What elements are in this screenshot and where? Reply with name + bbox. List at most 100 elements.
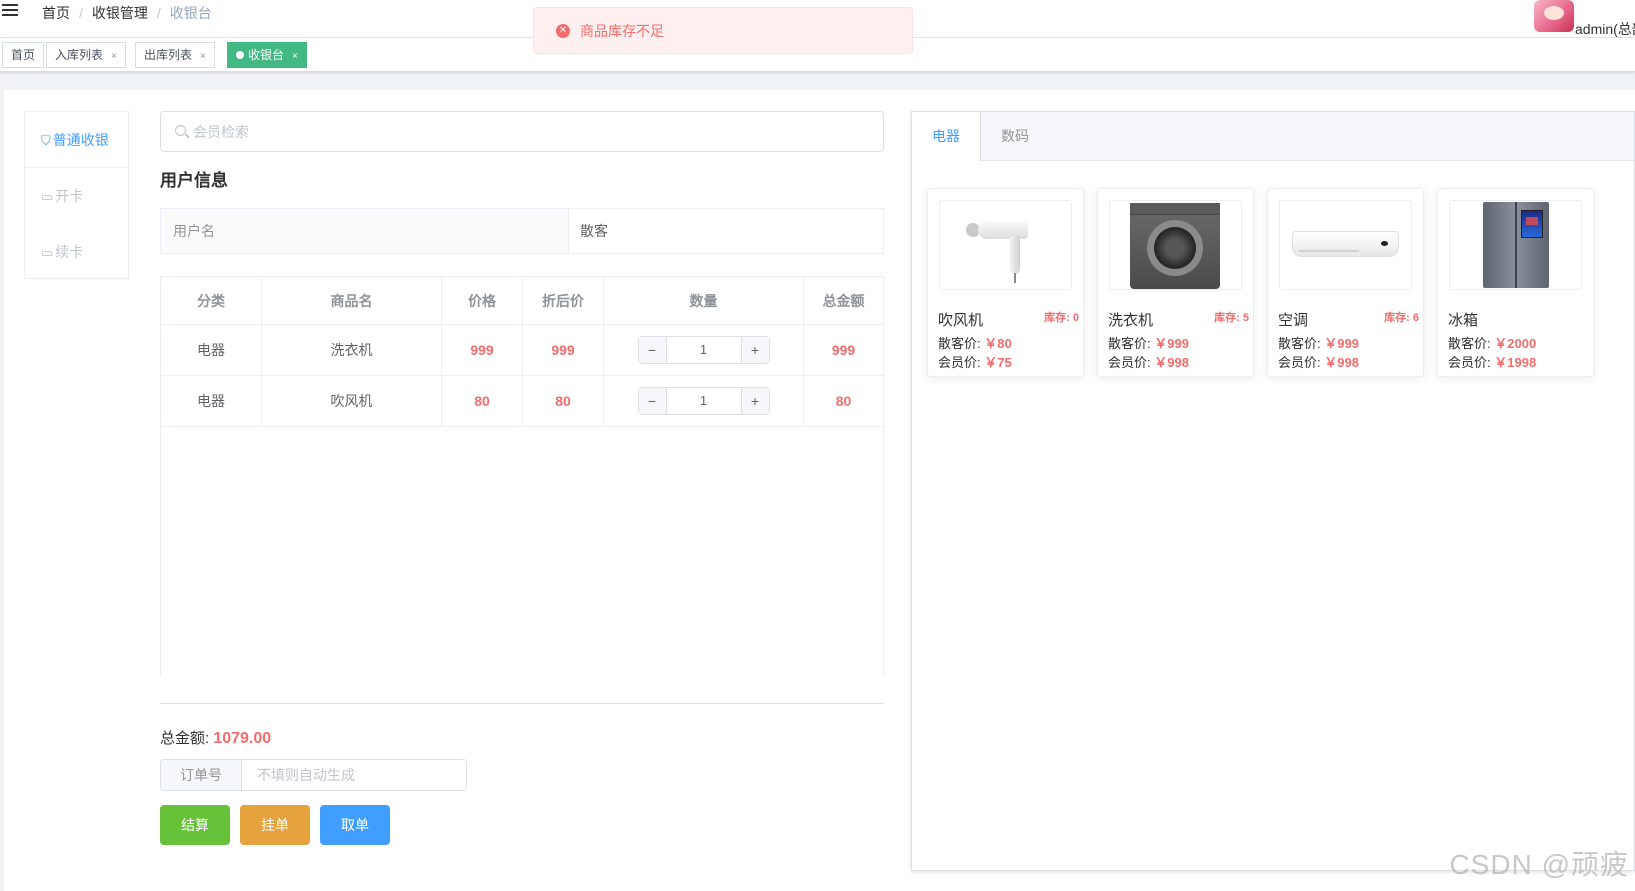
main-content: ⛉普通收银 ▭开卡 ▭续卡 用户信息 用户名 散客 分类 商品名 价格 折后价 … bbox=[4, 90, 1635, 891]
member-price-label: 会员价: bbox=[1108, 355, 1151, 370]
column-header: 数量 bbox=[604, 277, 804, 324]
product-category-tabs: 电器 数码 bbox=[912, 112, 1634, 162]
shopping-bag-icon: ⛉ bbox=[41, 133, 51, 148]
product-card[interactable]: 空调 库存: 6 散客价: ￥999 会员价: ￥998 bbox=[1267, 188, 1424, 377]
user-info-table: 用户名 散客 bbox=[160, 208, 884, 254]
member-price-label: 会员价: bbox=[938, 355, 981, 370]
user-dropdown[interactable]: admin(总部 bbox=[1534, 0, 1635, 39]
guest-price-label: 散客价: bbox=[1278, 336, 1321, 351]
hamburger-menu-icon[interactable] bbox=[2, 4, 18, 18]
guest-price-line: 散客价: ￥999 bbox=[1108, 333, 1189, 352]
member-price: ￥75 bbox=[984, 355, 1012, 370]
cell-price: 999 bbox=[442, 325, 523, 375]
settle-button[interactable]: 结算 bbox=[160, 805, 230, 845]
cell-total: 80 bbox=[835, 393, 852, 409]
error-circle-icon: ✕ bbox=[556, 23, 570, 38]
product-name: 空调 bbox=[1278, 312, 1309, 329]
cell-price: 80 bbox=[442, 376, 523, 426]
tag-label: 入库列表 bbox=[55, 48, 104, 62]
cart-table: 分类 商品名 价格 折后价 数量 总金额 电器 洗衣机 999 999 − 1 … bbox=[160, 276, 884, 676]
hold-order-button[interactable]: 挂单 bbox=[240, 805, 310, 845]
washing-machine-image bbox=[1130, 203, 1220, 289]
member-price: ￥1998 bbox=[1494, 355, 1537, 370]
card-icon: ▭ bbox=[41, 245, 54, 260]
product-card[interactable]: 洗衣机 库存: 5 散客价: ￥999 会员价: ￥998 bbox=[1097, 188, 1254, 377]
product-name: 冰箱 bbox=[1448, 312, 1479, 329]
breadcrumb: 首页 / 收银管理 / 收银台 bbox=[42, 3, 212, 23]
card-icon: ▭ bbox=[41, 189, 54, 204]
close-icon[interactable]: × bbox=[200, 51, 206, 62]
cell-product-name: 洗衣机 bbox=[262, 325, 442, 375]
close-icon[interactable]: × bbox=[111, 51, 117, 62]
member-search[interactable] bbox=[160, 111, 884, 152]
decrease-button[interactable]: − bbox=[638, 337, 667, 363]
order-number-label: 订单号 bbox=[161, 760, 242, 790]
guest-price: ￥2000 bbox=[1494, 336, 1537, 351]
guest-price-line: 散客价: ￥2000 bbox=[1448, 333, 1536, 352]
hair-dryer-image bbox=[940, 201, 1071, 289]
product-card[interactable]: 吹风机 库存: 0 散客价: ￥80 会员价: ￥75 bbox=[927, 188, 1084, 377]
side-item-label: 普通收银 bbox=[52, 132, 109, 148]
column-header: 总金额 bbox=[822, 292, 865, 309]
search-icon bbox=[175, 125, 186, 136]
product-image bbox=[939, 200, 1072, 290]
member-price-label: 会员价: bbox=[1278, 355, 1321, 370]
guest-price-label: 散客价: bbox=[1448, 336, 1491, 351]
close-icon[interactable]: × bbox=[292, 51, 298, 62]
tag-outbound-list[interactable]: 出库列表 × bbox=[135, 42, 215, 68]
product-image bbox=[1279, 200, 1412, 290]
breadcrumb-separator: / bbox=[79, 5, 83, 21]
side-item-open-card[interactable]: ▭ 开卡 bbox=[25, 168, 128, 224]
cart-header-row: 分类 商品名 价格 折后价 数量 总金额 bbox=[161, 277, 883, 325]
tag-inbound-list[interactable]: 入库列表 × bbox=[46, 42, 126, 68]
column-header: 分类 bbox=[161, 277, 262, 324]
order-number-field[interactable]: 订单号 bbox=[160, 759, 467, 791]
side-item-normal-checkout[interactable]: ⛉ 普通收银 bbox=[25, 112, 128, 168]
tag-label: 收银台 bbox=[248, 48, 285, 62]
guest-price-line: 散客价: ￥999 bbox=[1278, 333, 1359, 352]
member-search-input[interactable] bbox=[193, 112, 873, 151]
order-number-input[interactable] bbox=[242, 760, 466, 790]
breadcrumb-cashier-management[interactable]: 收银管理 bbox=[92, 3, 148, 23]
column-header: 折后价 bbox=[523, 277, 604, 324]
quantity-stepper[interactable]: − 1 + bbox=[637, 387, 770, 415]
breadcrumb-home[interactable]: 首页 bbox=[42, 3, 70, 23]
total-label: 总金额: bbox=[160, 730, 210, 747]
watermark: CSDN @顽疲 bbox=[1449, 849, 1629, 880]
retrieve-order-button[interactable]: 取单 bbox=[320, 805, 390, 845]
column-header: 价格 bbox=[442, 277, 523, 324]
increase-button[interactable]: + bbox=[740, 337, 769, 363]
quantity-stepper[interactable]: − 1 + bbox=[637, 336, 770, 364]
guest-price: ￥999 bbox=[1154, 336, 1189, 351]
member-price-line: 会员价: ￥998 bbox=[1278, 352, 1359, 371]
tag-home[interactable]: 首页 bbox=[2, 42, 45, 68]
error-message-text: 商品库存不足 bbox=[580, 22, 664, 39]
tab-appliances[interactable]: 电器 bbox=[912, 112, 981, 162]
guest-price-label: 散客价: bbox=[1108, 336, 1151, 351]
cell-total: 999 bbox=[831, 342, 856, 358]
member-price-line: 会员价: ￥998 bbox=[1108, 352, 1189, 371]
user-info-title: 用户信息 bbox=[160, 171, 228, 190]
user-name[interactable]: admin(总部 bbox=[1575, 19, 1635, 39]
guest-price-line: 散客价: ￥80 bbox=[938, 333, 1012, 352]
product-image bbox=[1109, 200, 1242, 290]
product-card[interactable]: 冰箱 散客价: ￥2000 会员价: ￥1998 bbox=[1437, 188, 1594, 377]
cell-quantity: − 1 + bbox=[604, 325, 804, 375]
divider bbox=[160, 703, 884, 704]
product-stock: 库存: 5 bbox=[1214, 312, 1249, 324]
avatar[interactable] bbox=[1534, 0, 1574, 32]
side-item-renew-card[interactable]: ▭ 续卡 bbox=[25, 224, 128, 280]
side-item-label: 开卡 bbox=[55, 188, 84, 204]
member-price-label: 会员价: bbox=[1448, 355, 1491, 370]
quantity-value[interactable]: 1 bbox=[667, 388, 741, 414]
product-image bbox=[1449, 200, 1582, 290]
side-item-label: 续卡 bbox=[55, 244, 84, 260]
guest-price-label: 散客价: bbox=[938, 336, 981, 351]
product-name: 吹风机 bbox=[938, 312, 984, 329]
quantity-value[interactable]: 1 bbox=[667, 337, 741, 363]
tab-digital[interactable]: 数码 bbox=[981, 112, 1049, 161]
tag-cashier[interactable]: 收银台 × bbox=[227, 42, 307, 68]
decrease-button[interactable]: − bbox=[638, 388, 667, 414]
increase-button[interactable]: + bbox=[740, 388, 769, 414]
member-price-line: 会员价: ￥75 bbox=[938, 352, 1012, 371]
